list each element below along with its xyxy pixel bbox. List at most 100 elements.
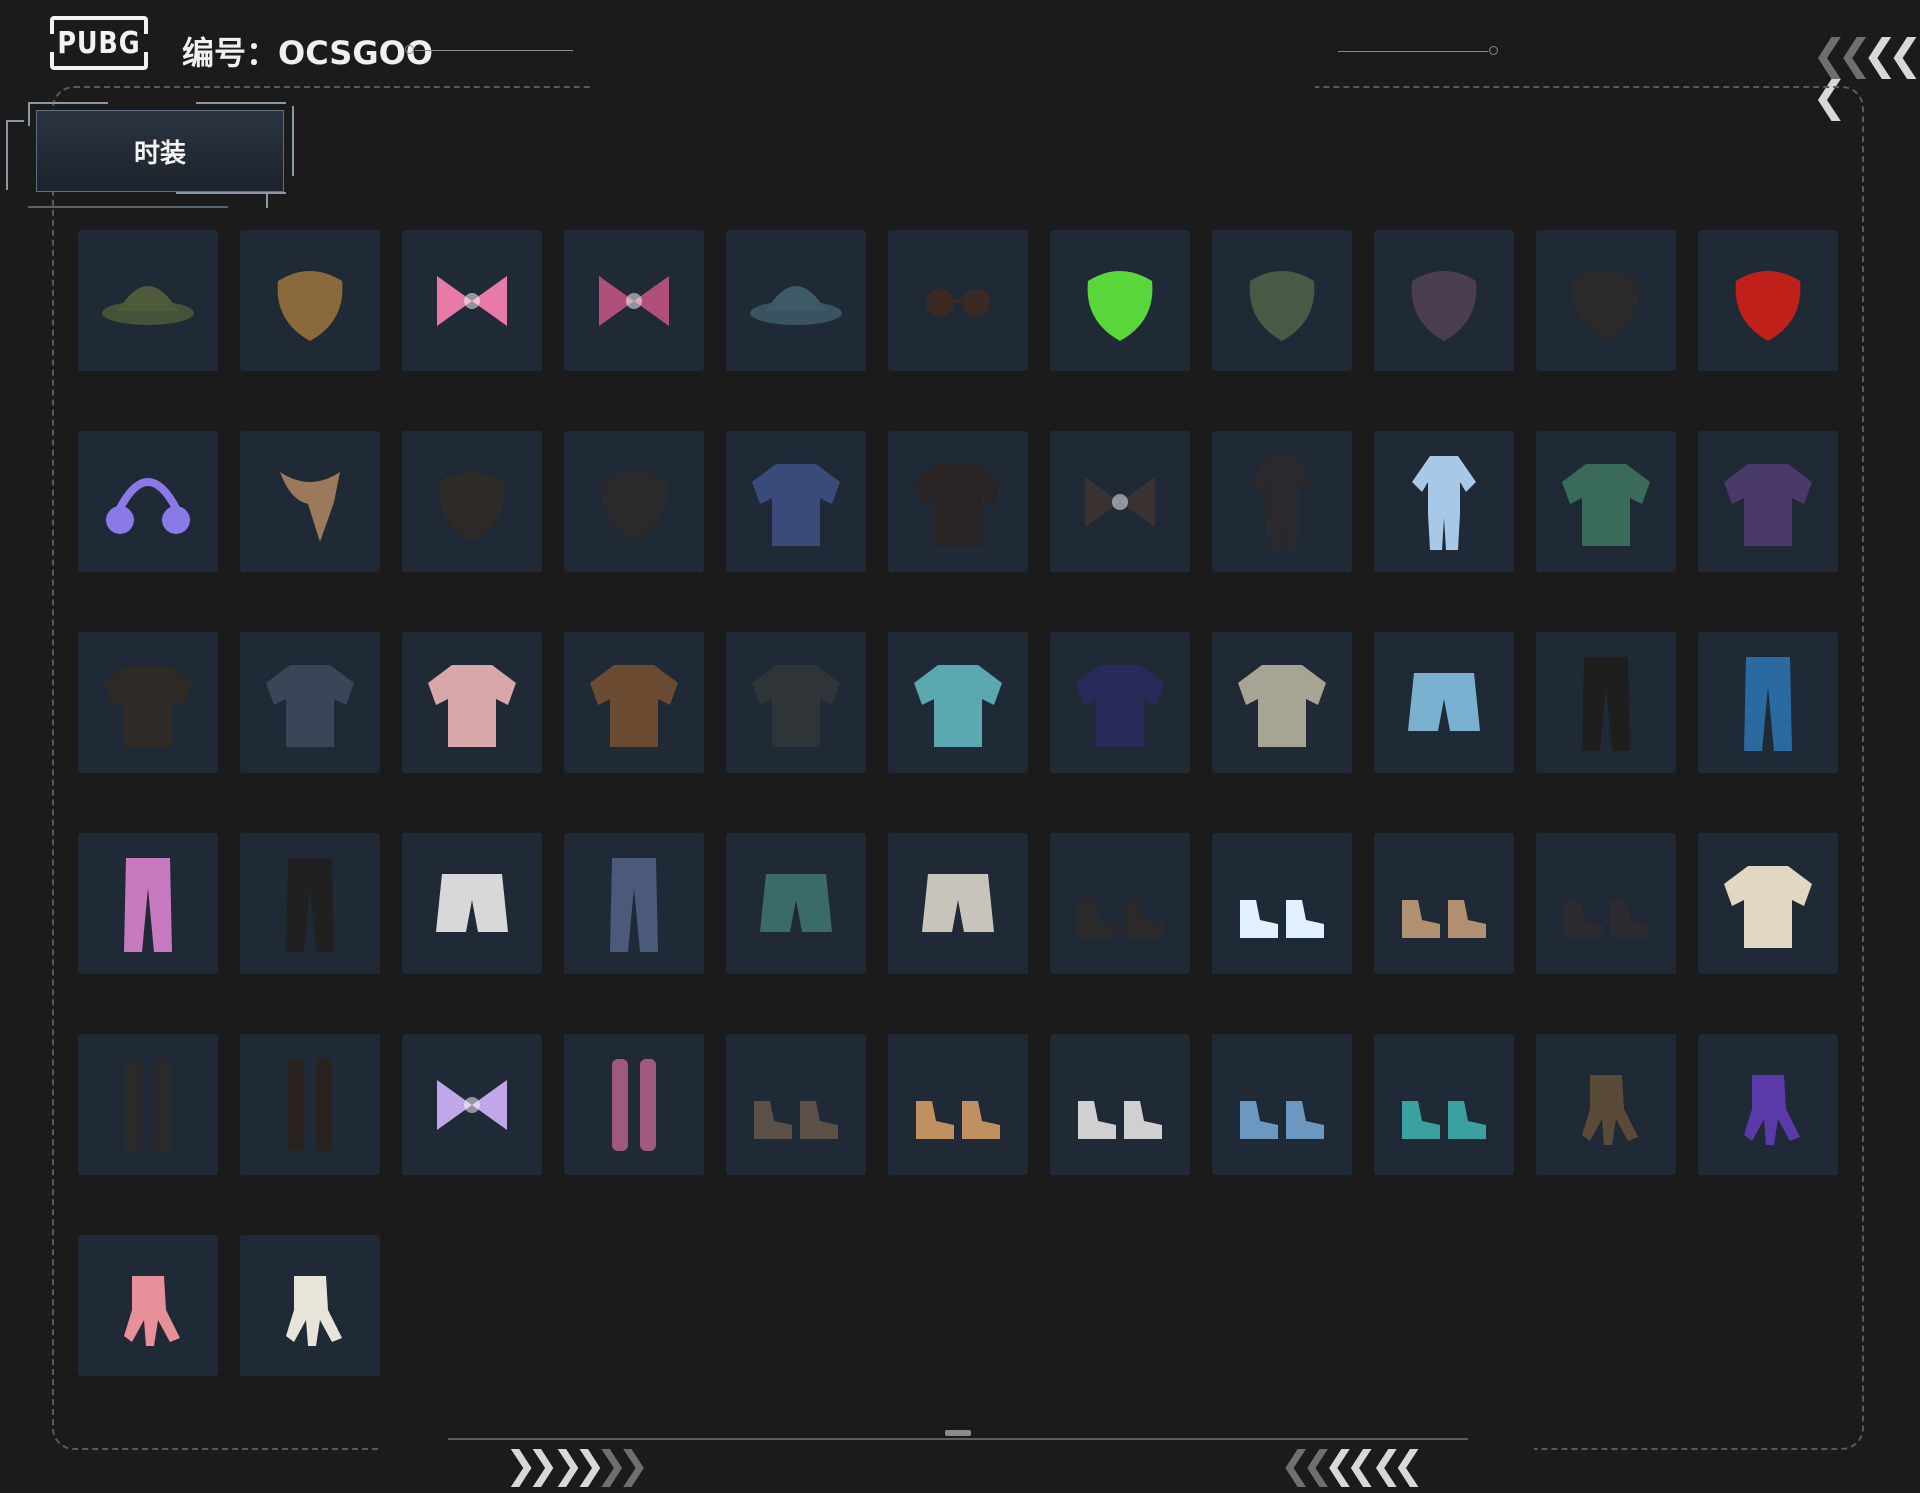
racing-jacket-icon bbox=[752, 664, 840, 747]
item-card[interactable] bbox=[240, 632, 380, 773]
item-card[interactable] bbox=[1212, 1034, 1352, 1175]
flared-jeans-icon bbox=[610, 857, 658, 952]
item-card[interactable] bbox=[1698, 230, 1838, 371]
item-card[interactable] bbox=[78, 833, 218, 974]
item-card[interactable] bbox=[1212, 230, 1352, 371]
bunny-sneakers-icon bbox=[754, 1100, 838, 1139]
jeweled-gloves-icon bbox=[1582, 1074, 1638, 1145]
item-card[interactable] bbox=[402, 833, 542, 974]
item-card[interactable] bbox=[240, 230, 380, 371]
item-card[interactable] bbox=[1374, 431, 1514, 572]
item-card[interactable] bbox=[888, 230, 1028, 371]
headset-cap-icon bbox=[102, 285, 194, 325]
patched-jeans-icon bbox=[1744, 656, 1792, 751]
round-sunglasses-icon bbox=[926, 288, 990, 317]
item-card[interactable] bbox=[240, 431, 380, 572]
item-card[interactable] bbox=[402, 431, 542, 572]
item-card[interactable] bbox=[888, 632, 1028, 773]
item-card[interactable] bbox=[78, 632, 218, 773]
item-card[interactable] bbox=[564, 230, 704, 371]
item-card[interactable] bbox=[1374, 1034, 1514, 1175]
item-card[interactable] bbox=[1374, 230, 1514, 371]
black-face-mask-icon bbox=[439, 471, 505, 542]
black-hot-pants-icon bbox=[1582, 656, 1630, 751]
item-card[interactable] bbox=[1212, 632, 1352, 773]
item-card[interactable] bbox=[1050, 833, 1190, 974]
pink-boots-stockings-icon bbox=[612, 1058, 656, 1151]
item-card[interactable] bbox=[564, 833, 704, 974]
black-leggings-icon bbox=[286, 857, 334, 952]
item-card[interactable] bbox=[564, 1034, 704, 1175]
teal-clogs-icon bbox=[1402, 1100, 1486, 1139]
item-card[interactable] bbox=[1050, 230, 1190, 371]
item-card[interactable] bbox=[1698, 632, 1838, 773]
item-card[interactable] bbox=[1536, 632, 1676, 773]
item-card[interactable] bbox=[726, 230, 866, 371]
pink-anime-pants-icon bbox=[124, 857, 172, 952]
khaki-shorts-icon bbox=[922, 873, 994, 932]
item-card[interactable] bbox=[888, 1034, 1028, 1175]
item-card[interactable] bbox=[726, 632, 866, 773]
shark-onesie-icon bbox=[1412, 455, 1476, 550]
item-card[interactable] bbox=[1050, 632, 1190, 773]
item-card[interactable] bbox=[726, 431, 866, 572]
item-card[interactable] bbox=[1698, 1034, 1838, 1175]
item-card[interactable] bbox=[1050, 431, 1190, 572]
black-stockings-icon bbox=[288, 1058, 332, 1151]
item-card[interactable] bbox=[402, 1034, 542, 1175]
denim-shorts-icon bbox=[1408, 672, 1480, 731]
item-card[interactable] bbox=[402, 230, 542, 371]
item-card[interactable] bbox=[240, 1235, 380, 1376]
item-card[interactable] bbox=[564, 632, 704, 773]
serial-number: 编号：OCSGOO bbox=[182, 34, 434, 72]
frog-mask-icon bbox=[1087, 270, 1153, 341]
item-card[interactable] bbox=[78, 431, 218, 572]
purple-bandana-icon bbox=[1411, 270, 1477, 341]
pink-knit-glove-icon bbox=[124, 1275, 180, 1346]
denim-jacket-icon bbox=[266, 664, 354, 747]
chevrons-left-bottom-icon: ❮❮❮❮ ❮❮ bbox=[1280, 1443, 1424, 1487]
item-card[interactable] bbox=[726, 833, 866, 974]
fur-hooded-coat-icon bbox=[590, 664, 678, 747]
white-hightop-sneakers-icon bbox=[1724, 865, 1812, 948]
item-card[interactable] bbox=[240, 1034, 380, 1175]
bottom-divider bbox=[448, 1438, 1468, 1440]
pubg-logo-text: PUBG bbox=[57, 25, 141, 61]
item-card[interactable] bbox=[1374, 632, 1514, 773]
item-card[interactable] bbox=[726, 1034, 866, 1175]
pink-jacket-icon bbox=[428, 664, 516, 747]
tan-combat-boots-icon bbox=[1402, 899, 1486, 938]
item-card[interactable] bbox=[888, 833, 1028, 974]
bunny-ear-hood-icon bbox=[599, 275, 669, 326]
cute-headphones-icon bbox=[106, 477, 190, 534]
item-card[interactable] bbox=[1536, 230, 1676, 371]
item-card[interactable] bbox=[564, 431, 704, 572]
item-card[interactable] bbox=[402, 632, 542, 773]
plague-mask-icon bbox=[277, 270, 343, 341]
item-card[interactable] bbox=[1536, 1034, 1676, 1175]
panel-top-gap bbox=[590, 80, 1315, 94]
heart-crop-top-icon bbox=[1085, 476, 1155, 527]
item-card[interactable] bbox=[1212, 431, 1352, 572]
header-divider-right bbox=[1338, 46, 1498, 55]
item-card[interactable] bbox=[1536, 431, 1676, 572]
loafers-with-socks-icon bbox=[1078, 899, 1162, 938]
item-card[interactable] bbox=[1536, 833, 1676, 974]
red-oni-mask-icon bbox=[1735, 270, 1801, 341]
item-card[interactable] bbox=[78, 230, 218, 371]
item-card[interactable] bbox=[1698, 833, 1838, 974]
star-bandana-icon bbox=[601, 471, 667, 542]
item-card[interactable] bbox=[78, 1235, 218, 1376]
tab-fashion[interactable]: 时装 bbox=[36, 110, 284, 192]
item-card[interactable] bbox=[240, 833, 380, 974]
white-sock-shoes-icon bbox=[1078, 1100, 1162, 1139]
item-card[interactable] bbox=[888, 431, 1028, 572]
navy-sweatshirt-icon bbox=[1076, 664, 1164, 747]
pink-bow-headband-icon bbox=[437, 275, 507, 326]
camo-face-wrap-icon bbox=[1249, 270, 1315, 341]
item-card[interactable] bbox=[1212, 833, 1352, 974]
item-card[interactable] bbox=[1374, 833, 1514, 974]
item-card[interactable] bbox=[1698, 431, 1838, 572]
item-card[interactable] bbox=[1050, 1034, 1190, 1175]
item-card[interactable] bbox=[78, 1034, 218, 1175]
